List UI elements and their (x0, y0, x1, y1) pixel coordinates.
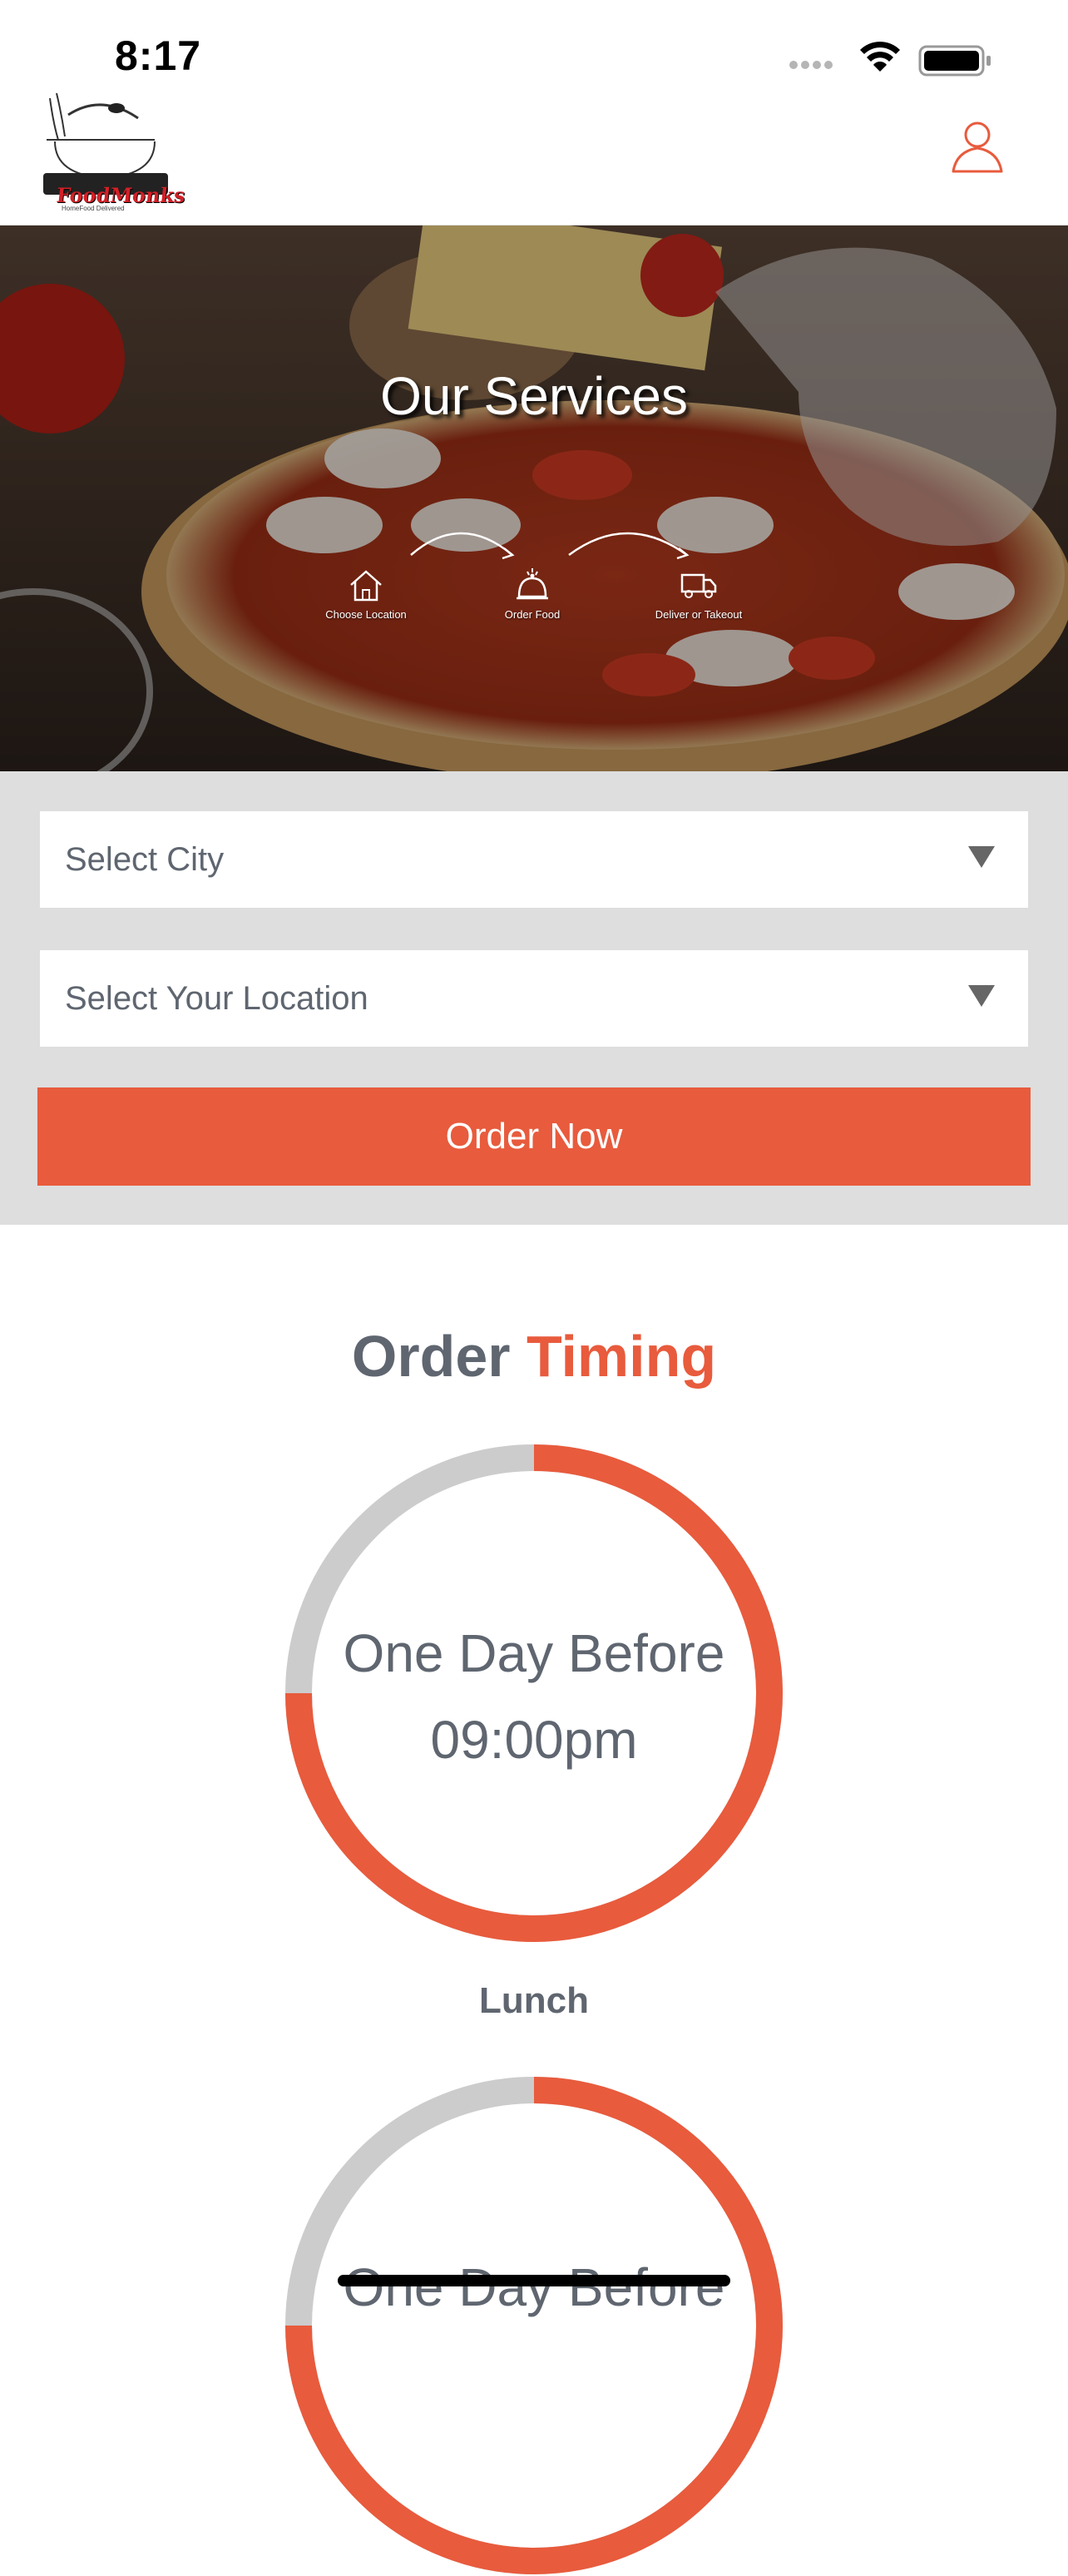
status-time: 8:17 (115, 32, 202, 79)
timing-ring-second (285, 2077, 783, 2574)
app-header: FoodMonks HomeFood Delivered (0, 83, 1068, 226)
meal-label: Lunch (479, 1980, 589, 2021)
cellular-signal-icon (789, 61, 833, 69)
order-timing-title: Order Timing (0, 1323, 1068, 1390)
title-part-timing: Timing (526, 1324, 717, 1389)
caret-down-icon (968, 846, 995, 868)
timing-time: 09:00pm (430, 1710, 638, 1770)
logo-tagline: HomeFood Delivered (62, 205, 125, 212)
step-deliver-or-takeout: Deliver or Takeout (607, 567, 790, 621)
step-choose-location: Choose Location (274, 567, 457, 621)
title-part-order: Order (351, 1324, 511, 1389)
home-indicator[interactable] (338, 2275, 730, 2286)
order-now-button[interactable]: Order Now (37, 1087, 1031, 1186)
arrow-icon (410, 532, 515, 560)
logo-text: FoodMonks (55, 183, 187, 207)
timing-line1: One Day Before (343, 1623, 725, 1683)
caret-down-icon (968, 985, 995, 1007)
foodmonks-logo[interactable]: FoodMonks HomeFood Delivered (35, 90, 186, 215)
user-profile-icon[interactable] (948, 116, 1006, 175)
step-label: Deliver or Takeout (655, 608, 743, 621)
pizza-background-image (0, 225, 1068, 771)
cloche-icon (517, 568, 548, 600)
status-icons (789, 42, 991, 77)
home-icon (350, 570, 382, 602)
status-bar: 8:17 (0, 0, 1068, 83)
timing-ring-lunch (285, 1444, 783, 1942)
location-form: Select City Select Your Location Order N… (0, 771, 1068, 1225)
truck-icon (680, 573, 717, 598)
city-select[interactable]: Select City (40, 811, 1028, 908)
location-select[interactable]: Select Your Location (40, 950, 1028, 1047)
location-select-value: Select Your Location (65, 980, 368, 1017)
battery-icon (918, 45, 991, 77)
hero-banner: Our Services Choose Location Order Food … (0, 225, 1068, 771)
arrow-icon (568, 532, 690, 560)
step-label: Choose Location (325, 608, 407, 621)
hero-title: Our Services (380, 366, 688, 426)
step-label: Order Food (504, 608, 561, 621)
city-select-value: Select City (65, 841, 225, 878)
service-steps: Choose Location Order Food Deliver or Ta… (274, 525, 790, 625)
step-order-food: Order Food (441, 567, 624, 621)
wifi-icon (860, 42, 900, 72)
timing-line1: One Day Before (343, 2257, 725, 2317)
